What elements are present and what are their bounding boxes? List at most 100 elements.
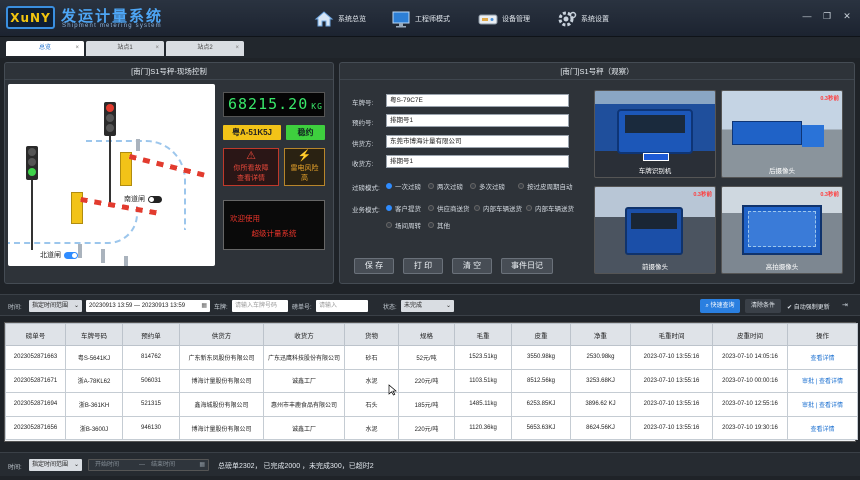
close-icon[interactable]: × — [75, 41, 79, 56]
quick-search-button[interactable]: ⌕ 快速查询 — [700, 299, 740, 313]
time-range-select[interactable]: 指定时间范围 ⌄ — [29, 300, 82, 312]
save-button[interactable]: 保 存 — [354, 258, 394, 274]
traffic-light-left — [26, 146, 38, 180]
time-range-text: 20230913 13:59 — 20230913 13:59 — [89, 303, 186, 309]
row-actions[interactable]: 审批 | 查看详情 — [787, 392, 858, 417]
chevron-down-icon: ⌄ — [445, 303, 451, 309]
truck-cab — [802, 125, 824, 147]
restore-button[interactable]: ❐ — [822, 11, 832, 21]
radio-auto-weigh[interactable]: 按过皮周期自动 — [518, 181, 573, 191]
calendar-icon: ▦ — [199, 462, 205, 468]
appointment-field[interactable]: 排期号1 — [386, 114, 569, 127]
column-header[interactable]: 预约单 — [122, 323, 180, 346]
plate-filter-input[interactable]: 请输入车牌号码 — [232, 300, 288, 312]
radio-two-weigh[interactable]: 两次过磅 — [428, 181, 463, 191]
close-icon[interactable]: × — [155, 41, 159, 56]
column-header[interactable]: 规格 — [398, 323, 455, 346]
tab-label: 站点2 — [197, 45, 213, 51]
fault-alarm-line1: 你所看故障 — [233, 165, 269, 172]
end-time-placeholder: 结束时间 — [151, 462, 176, 468]
nav-device-management[interactable]: 设备管理 — [478, 8, 530, 30]
table-cell: 浙B-361KH — [65, 392, 123, 417]
south-gate-toggle[interactable] — [148, 195, 162, 203]
device-icon — [478, 14, 498, 25]
south-gate-control[interactable]: 南道闸 — [124, 194, 162, 204]
footer-date-range[interactable]: 开始时间 — 结束时间 ▦ — [88, 459, 209, 471]
tab-overview[interactable]: 总览 × — [6, 41, 84, 56]
radio-supplier-delivery[interactable]: 供应商送货 — [428, 203, 470, 213]
close-button[interactable]: ✕ — [842, 11, 852, 21]
radio-label: 客户提货 — [395, 206, 421, 213]
receiver-field[interactable]: 排期号1 — [386, 155, 569, 168]
clear-button[interactable]: 清 空 — [452, 258, 492, 274]
time-range-input[interactable]: 20230913 13:59 — 20230913 13:59 ▦ — [86, 300, 210, 312]
camera-front[interactable]: 0.3秒前 前摄像头 — [594, 186, 716, 274]
status-badge: 稳约 — [286, 125, 325, 140]
row-action-link[interactable]: 查看详情 — [810, 427, 834, 433]
warning-icon: ⚠ — [246, 150, 256, 162]
fault-alarm[interactable]: ⚠ 你所看故障 查看详情 — [223, 148, 279, 186]
table-cell: 2023-07-10 13:55:16 — [630, 368, 713, 394]
print-button[interactable]: 打 印 — [403, 258, 443, 274]
close-icon[interactable]: × — [235, 41, 239, 56]
radio-customer-pickup[interactable]: 客户提货 — [386, 203, 421, 213]
plate-field[interactable]: 粤S-79C7E — [386, 94, 569, 107]
column-header[interactable]: 毛重 — [454, 323, 512, 346]
row-action-link[interactable]: 审批 | 查看详情 — [802, 403, 843, 409]
radio-label: 内部车辆送货 — [483, 206, 522, 213]
state-select[interactable]: 未完成 ⌄ — [401, 300, 454, 312]
north-gate-toggle[interactable] — [64, 251, 78, 259]
column-header[interactable]: 收货方 — [263, 323, 345, 346]
tab-site1[interactable]: 站点1 × — [86, 41, 164, 56]
column-header[interactable]: 皮重 — [511, 323, 571, 346]
state-value: 未完成 — [404, 303, 423, 309]
row-actions[interactable]: 审批 | 查看详情 — [787, 368, 858, 394]
radio-one-weigh[interactable]: 一次过磅 — [386, 181, 421, 191]
row-actions[interactable]: 查看详情 — [787, 415, 858, 441]
table-cell: 1485.11kg — [454, 392, 512, 417]
nav-engineer-mode[interactable]: 工程师模式 — [391, 8, 450, 30]
column-header[interactable]: 净重 — [570, 323, 631, 346]
auto-refresh-checkbox[interactable]: ✔ 自动强制更新 — [787, 302, 830, 311]
column-header[interactable]: 货物 — [344, 323, 399, 346]
nav-system-overview[interactable]: 系统总览 — [314, 8, 366, 30]
panel-title: [南门]S1号秤（观察） — [340, 63, 854, 80]
table-cell: 浙A-78KL62 — [65, 368, 123, 394]
tab-site2[interactable]: 站点2 × — [166, 41, 244, 56]
weigh-no-input[interactable]: 请输入 — [316, 300, 368, 312]
radio-multi-weigh[interactable]: 多次过磅 — [470, 181, 505, 191]
table-cell: 诚鑫工厂 — [263, 415, 345, 441]
event-log-button[interactable]: 事件日记 — [501, 258, 553, 274]
nav-system-settings[interactable]: 系统设置 — [557, 8, 609, 30]
minimize-button[interactable]: — — [802, 11, 812, 21]
nav-label: 系统总览 — [338, 16, 366, 23]
column-header[interactable]: 车牌号码 — [65, 323, 123, 346]
column-header[interactable]: 磅单号 — [5, 323, 66, 346]
camera-time-tag: 0.3秒前 — [820, 96, 839, 102]
clear-filter-button[interactable]: 清除条件 — [745, 299, 781, 313]
radio-other[interactable]: 其他 — [428, 220, 450, 230]
north-gate-control[interactable]: 北道闸 — [40, 250, 78, 260]
table-row[interactable]: 2023052871694 浙B-361KH 521315 鑫海城股份有限公司 惠州市丰… — [5, 392, 858, 417]
radio-site-transfer[interactable]: 场间周转 — [386, 220, 421, 230]
nav-label: 系统设置 — [581, 16, 609, 23]
radio-internal-delivery-2[interactable]: 内部车辆送货 — [526, 203, 574, 213]
camera-plate-recognition[interactable]: 车牌识别机 — [594, 90, 716, 178]
column-header[interactable]: 皮重时间 — [712, 323, 788, 346]
table-row[interactable]: 2023052871656 浙B-3600J 946130 博海计量股份有限公司 诚鑫工… — [5, 415, 858, 441]
radio-internal-delivery[interactable]: 内部车辆送货 — [474, 203, 522, 213]
supplier-field[interactable]: 东莞市博海计量有限公司 — [386, 135, 569, 148]
column-header[interactable]: 供货方 — [179, 323, 264, 346]
footer-time-select[interactable]: 指定时间范围 ⌄ — [29, 459, 82, 471]
column-header[interactable]: 毛重时间 — [630, 323, 713, 346]
table-row[interactable]: 2023052871663 粤S-5641KJ 814762 广东新东凤股份有限公司广… — [5, 345, 858, 370]
time-range-value: 指定时间范围 — [32, 303, 69, 309]
row-actions[interactable]: 查看详情 — [787, 345, 858, 370]
camera-overhead[interactable]: 0.3秒前 高拍摄像头 — [721, 186, 843, 274]
camera-rear[interactable]: 0.3秒前 后摄像头 — [721, 90, 843, 178]
collapse-icon[interactable]: ⇥ — [842, 301, 848, 309]
table-row[interactable]: 2023052871671 浙A-78KL62 506031 博海计量股份有限公司 诚鑫… — [5, 368, 858, 394]
row-action-link[interactable]: 审批 | 查看详情 — [802, 379, 843, 385]
camera-caption: 车牌识别机 — [638, 168, 672, 175]
row-action-link[interactable]: 查看详情 — [810, 356, 834, 362]
